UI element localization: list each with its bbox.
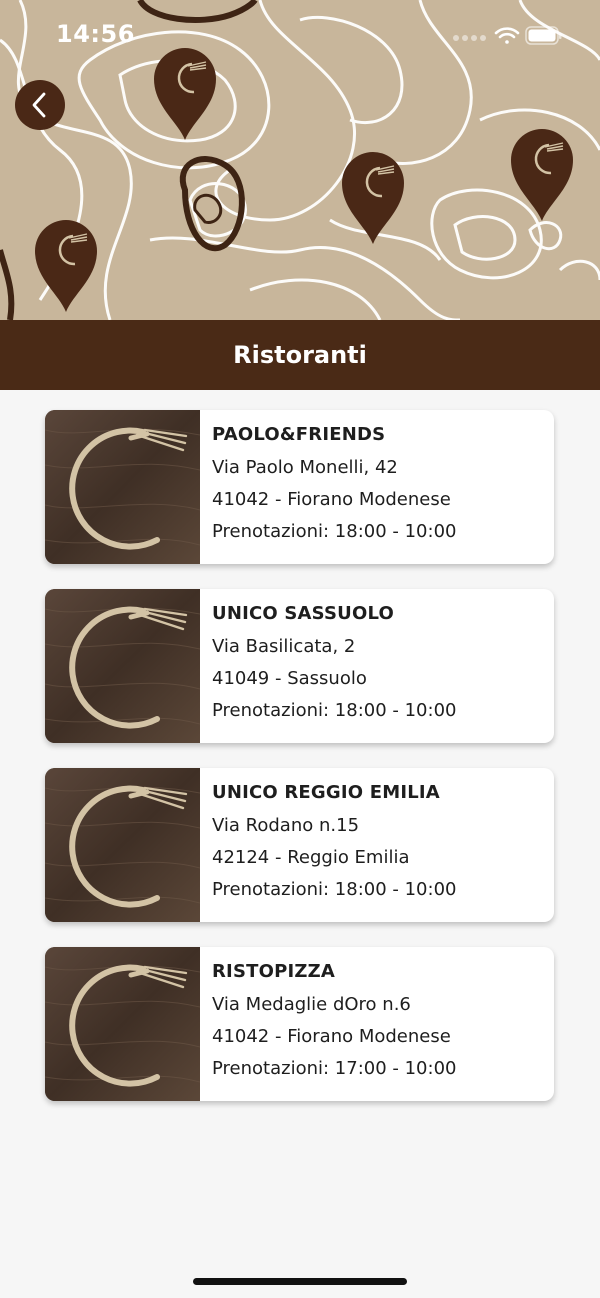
restaurant-address: Via Rodano n.15: [212, 815, 360, 836]
status-bar: 14:56: [0, 0, 600, 70]
chevron-left-icon: [32, 92, 46, 118]
battery-icon: [525, 26, 562, 45]
restaurant-address: Via Medaglie dOro n.6: [212, 994, 411, 1015]
restaurant-logo: [45, 589, 201, 743]
restaurant-address: Via Basilicata, 2: [212, 636, 356, 657]
restaurant-hours: Prenotazioni: 18:00 - 10:00: [212, 521, 457, 542]
restaurant-card[interactable]: UNICO SASSUOLO Via Basilicata, 2 41049 -…: [45, 589, 554, 743]
home-indicator[interactable]: [193, 1278, 407, 1285]
restaurant-card[interactable]: PAOLO&FRIENDS Via Paolo Monelli, 42 4104…: [45, 410, 554, 564]
restaurant-city: 41042 - Fiorano Modenese: [212, 489, 451, 510]
restaurant-city: 42124 - Reggio Emilia: [212, 847, 410, 868]
restaurant-card[interactable]: RISTOPIZZA Via Medaglie dOro n.6 41042 -…: [45, 947, 554, 1101]
map-pin-icon[interactable]: [33, 218, 99, 314]
restaurant-logo: [45, 947, 201, 1101]
restaurant-city: 41049 - Sassuolo: [212, 668, 367, 689]
restaurant-address: Via Paolo Monelli, 42: [212, 457, 398, 478]
restaurant-logo: [45, 768, 201, 922]
restaurant-card[interactable]: UNICO REGGIO EMILIA Via Rodano n.15 4212…: [45, 768, 554, 922]
back-button[interactable]: [15, 80, 65, 130]
restaurant-hours: Prenotazioni: 17:00 - 10:00: [212, 1058, 457, 1079]
logo-icon: [45, 589, 201, 743]
map-pin-icon[interactable]: [340, 150, 406, 246]
title-bar: Ristoranti: [0, 320, 600, 390]
restaurant-hours: Prenotazioni: 18:00 - 10:00: [212, 700, 457, 721]
restaurant-logo: [45, 410, 201, 564]
logo-icon: [45, 768, 201, 922]
logo-icon: [45, 947, 201, 1101]
status-icons: [453, 26, 562, 45]
wifi-icon: [494, 27, 520, 44]
restaurant-hours: Prenotazioni: 18:00 - 10:00: [212, 879, 457, 900]
restaurant-name: UNICO REGGIO EMILIA: [212, 782, 440, 803]
page-title: Ristoranti: [233, 341, 367, 369]
status-time: 14:56: [56, 20, 135, 48]
restaurant-name: PAOLO&FRIENDS: [212, 424, 386, 445]
logo-icon: [45, 410, 201, 564]
restaurant-name: RISTOPIZZA: [212, 961, 336, 982]
restaurant-list: PAOLO&FRIENDS Via Paolo Monelli, 42 4104…: [45, 410, 554, 1126]
restaurant-city: 41042 - Fiorano Modenese: [212, 1026, 451, 1047]
signal-icon: [453, 35, 486, 41]
map-pin-icon[interactable]: [509, 127, 575, 223]
restaurant-name: UNICO SASSUOLO: [212, 603, 395, 624]
